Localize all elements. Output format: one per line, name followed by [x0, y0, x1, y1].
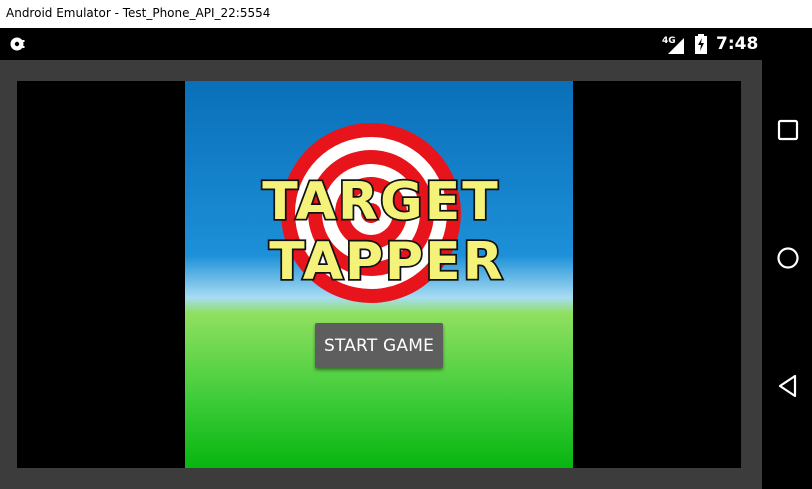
back-button[interactable] — [775, 373, 801, 399]
recents-button[interactable] — [775, 117, 801, 143]
home-button[interactable] — [775, 245, 801, 271]
window-titlebar: Android Emulator - Test_Phone_API_22:555… — [0, 0, 812, 28]
start-game-button[interactable]: START GAME — [315, 323, 443, 368]
logo-title-line1: TARGET — [262, 172, 499, 232]
target-logo: TARGET TAPPER — [261, 123, 504, 303]
window-title: Android Emulator - Test_Phone_API_22:555… — [6, 6, 271, 20]
signal-icon — [668, 38, 684, 54]
navigation-bar — [762, 28, 812, 489]
logo-title-line2: TAPPER — [269, 232, 504, 292]
game-scene: TARGET TAPPER — [185, 81, 573, 468]
clock: 7:48 — [716, 34, 759, 54]
battery-icon — [695, 34, 707, 54]
status-bar: 4G 7:48 — [0, 28, 762, 60]
notification-icon — [10, 37, 25, 51]
